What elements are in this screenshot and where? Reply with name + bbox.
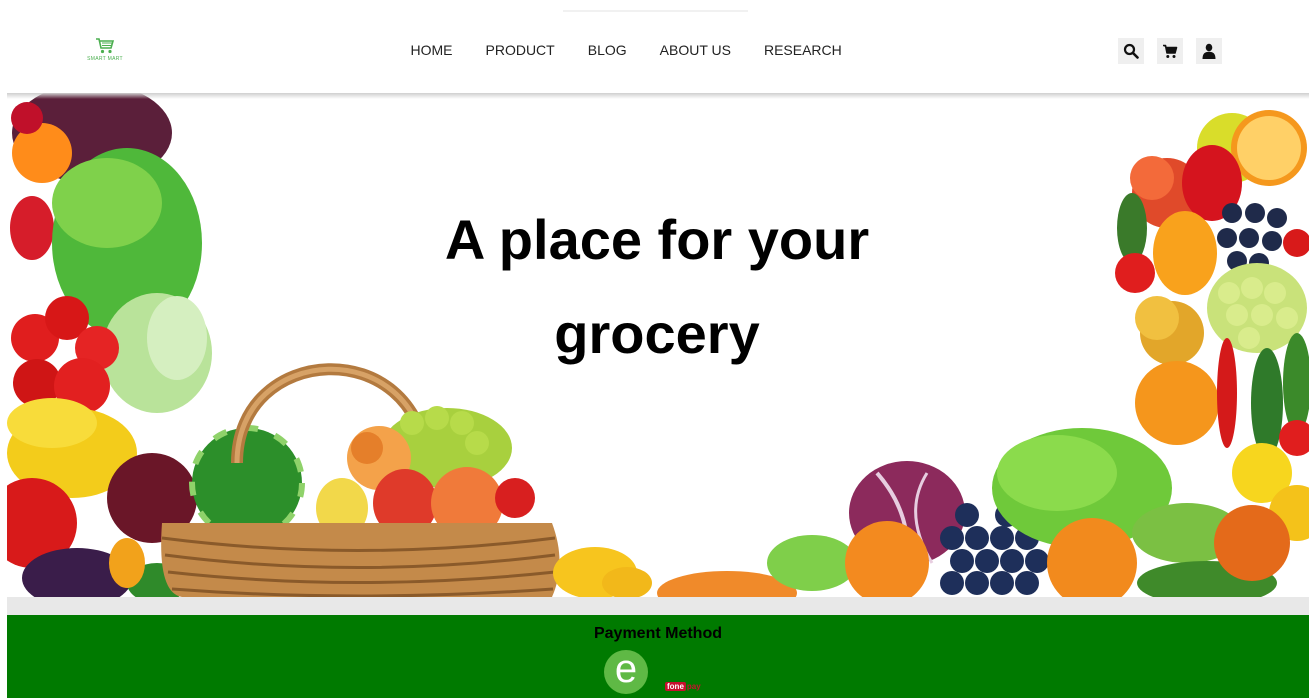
section-divider — [7, 597, 1309, 615]
header-actions — [1118, 38, 1222, 64]
search-button[interactable] — [1118, 38, 1144, 64]
fonepay-logo-part2: pay — [686, 681, 701, 691]
nav-item-research[interactable]: RESEARCH — [747, 42, 858, 59]
nav-item-about-us[interactable]: ABOUT US — [643, 42, 747, 59]
hero-title: A place for your grocery — [307, 193, 1007, 381]
user-icon — [1202, 43, 1216, 59]
nav-item-blog[interactable]: BLOG — [571, 42, 643, 59]
payment-footer: Payment Method e fone pay — [7, 615, 1309, 698]
cart-logo-icon — [96, 38, 115, 54]
hero-title-line2: grocery — [554, 302, 760, 365]
payment-method-heading: Payment Method — [593, 625, 722, 642]
nav-item-product[interactable]: PRODUCT — [469, 42, 571, 59]
cart-button[interactable] — [1157, 38, 1183, 64]
main-nav: HOME PRODUCT BLOG ABOUT US RESEARCH — [394, 42, 858, 59]
hero-banner: A place for your grocery — [7, 93, 1309, 597]
brand-logo[interactable]: SMART MART — [84, 37, 126, 65]
cart-icon — [1163, 44, 1178, 58]
account-button[interactable] — [1196, 38, 1222, 64]
brand-logo-text: SMART MART — [87, 56, 123, 62]
fonepay-logo[interactable]: fone pay — [665, 681, 701, 691]
nav-item-home[interactable]: HOME — [394, 42, 469, 59]
search-icon — [1123, 43, 1139, 59]
site-header: SMART MART HOME PRODUCT BLOG ABOUT US RE… — [0, 0, 1313, 93]
hero-top-shadow — [7, 93, 1309, 99]
fonepay-logo-part1: fone — [665, 681, 686, 691]
esewa-logo[interactable]: e — [604, 647, 648, 694]
esewa-glyph: e — [614, 647, 638, 691]
header-top-line — [563, 10, 748, 12]
hero-title-line1: A place for your — [444, 208, 870, 271]
